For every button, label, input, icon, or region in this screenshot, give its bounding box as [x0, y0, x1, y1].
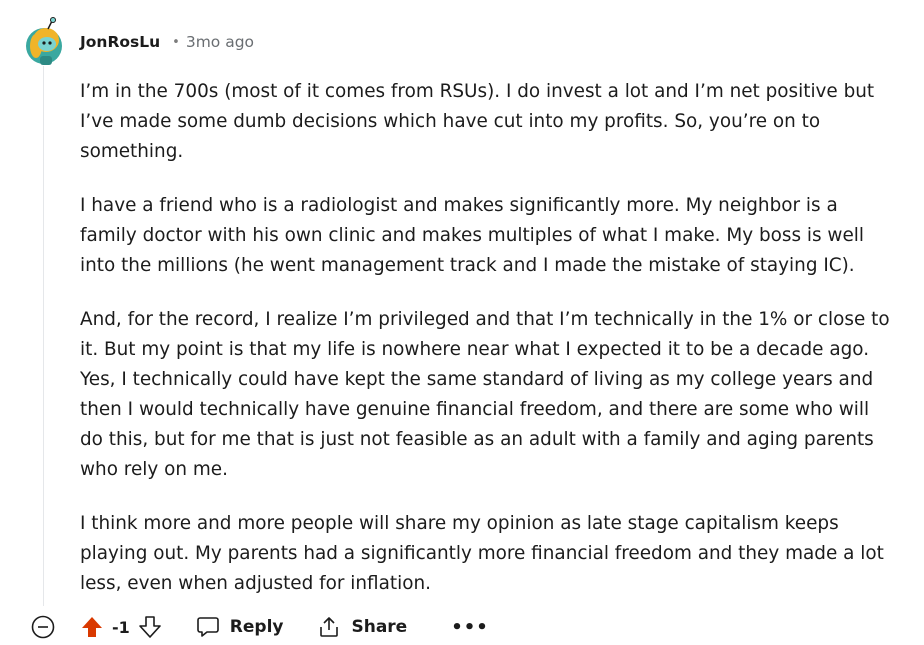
- arrow-up-icon: [82, 617, 102, 637]
- author-name[interactable]: JonRosLu: [80, 33, 160, 51]
- speech-bubble-icon: [196, 617, 219, 637]
- comment-header: JonRosLu • 3mo ago: [80, 31, 254, 53]
- share-button[interactable]: Share: [317, 615, 407, 639]
- reply-label: Reply: [229, 617, 284, 637]
- meta-separator: •: [172, 34, 180, 50]
- comment-paragraph: I’m in the 700s (most of it comes from R…: [80, 81, 875, 162]
- ellipsis-icon: •••: [451, 616, 489, 638]
- comment-action-bar: -1 Reply Share •••: [30, 612, 489, 642]
- comment-paragraph: I think more and more people will share …: [80, 513, 884, 594]
- comment-age[interactable]: 3mo ago: [186, 33, 254, 51]
- arrow-down-icon: [138, 616, 161, 638]
- more-options-button[interactable]: •••: [451, 617, 489, 638]
- reply-button[interactable]: Reply: [196, 615, 284, 639]
- upvote-button[interactable]: [80, 615, 104, 639]
- share-label: Share: [351, 617, 408, 637]
- downvote-button[interactable]: [138, 615, 162, 639]
- snoo-avatar-icon: [26, 17, 62, 65]
- comment-body: I’m in the 700s (most of it comes from R…: [80, 77, 900, 623]
- minus-circle-icon: [31, 615, 55, 639]
- comment-paragraph: And, for the record, I realize I’m privi…: [80, 309, 890, 480]
- comment-paragraph: I have a friend who is a radiologist and…: [80, 195, 864, 276]
- vote-count: -1: [112, 617, 130, 637]
- thread-line[interactable]: [43, 66, 44, 606]
- avatar[interactable]: [24, 16, 64, 66]
- collapse-button[interactable]: [30, 614, 56, 640]
- share-icon: [320, 617, 339, 637]
- vote-controls: -1: [80, 615, 162, 639]
